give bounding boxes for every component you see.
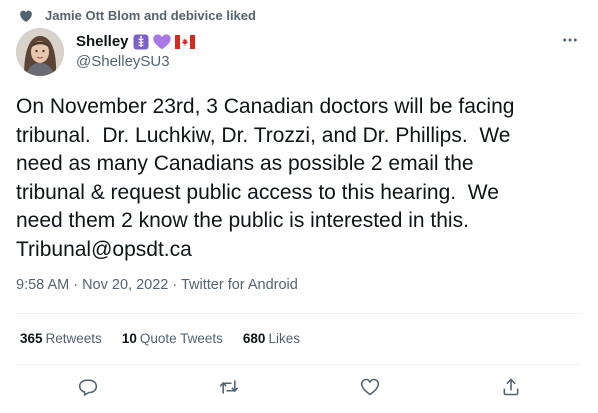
action-bar: [0, 376, 598, 402]
retweets-count: 365: [20, 331, 43, 346]
retweets-stat[interactable]: 365 Retweets: [20, 331, 102, 346]
canada-flag-icon: [174, 34, 195, 49]
tweet-header: Shelley @ShelleySU3: [16, 28, 582, 76]
share-button[interactable]: [500, 376, 522, 398]
heart-icon: [19, 9, 33, 23]
quotes-stat[interactable]: 10 Quote Tweets: [122, 331, 223, 346]
quotes-count: 10: [121, 331, 137, 346]
purple-heart-icon: [152, 33, 171, 50]
share-icon: [503, 378, 519, 396]
retweet-icon: [219, 380, 239, 394]
social-context-text: Jamie Ott Blom and debivice liked: [45, 8, 256, 23]
likes-count: 680: [242, 331, 266, 346]
divider: [16, 364, 582, 365]
tweet-text: On November 23rd, 3 Canadian doctors wil…: [16, 95, 515, 261]
avatar[interactable]: [16, 28, 64, 76]
user-block: Shelley @ShelleySU3: [76, 32, 199, 70]
divider: [16, 313, 582, 314]
like-button[interactable]: [359, 376, 381, 398]
retweet-button[interactable]: [218, 376, 240, 398]
tweet-meta[interactable]: 9:58 AM · Nov 20, 2022 · Twitter for And…: [16, 277, 298, 293]
medical-symbol-icon: [133, 34, 149, 50]
likes-label: Likes: [268, 331, 300, 346]
user-handle[interactable]: @ShelleySU3: [76, 53, 199, 70]
retweets-label: Retweets: [45, 331, 102, 346]
reply-icon: [78, 379, 98, 397]
display-name[interactable]: Shelley: [76, 33, 129, 50]
tweet-stats: 365 Retweets 10 Quote Tweets 680 Likes: [20, 331, 320, 346]
more-icon: [563, 38, 577, 42]
social-context[interactable]: Jamie Ott Blom and debivice liked: [19, 8, 256, 23]
likes-stat[interactable]: 680 Likes: [243, 331, 300, 346]
reply-button[interactable]: [77, 376, 99, 398]
quotes-label: Quote Tweets: [139, 331, 223, 346]
name-row: Shelley: [76, 32, 199, 51]
like-icon: [360, 378, 380, 396]
more-button[interactable]: [560, 30, 580, 50]
tweet-card: Jamie Ott Blom and debivice liked Shelle…: [0, 0, 598, 413]
